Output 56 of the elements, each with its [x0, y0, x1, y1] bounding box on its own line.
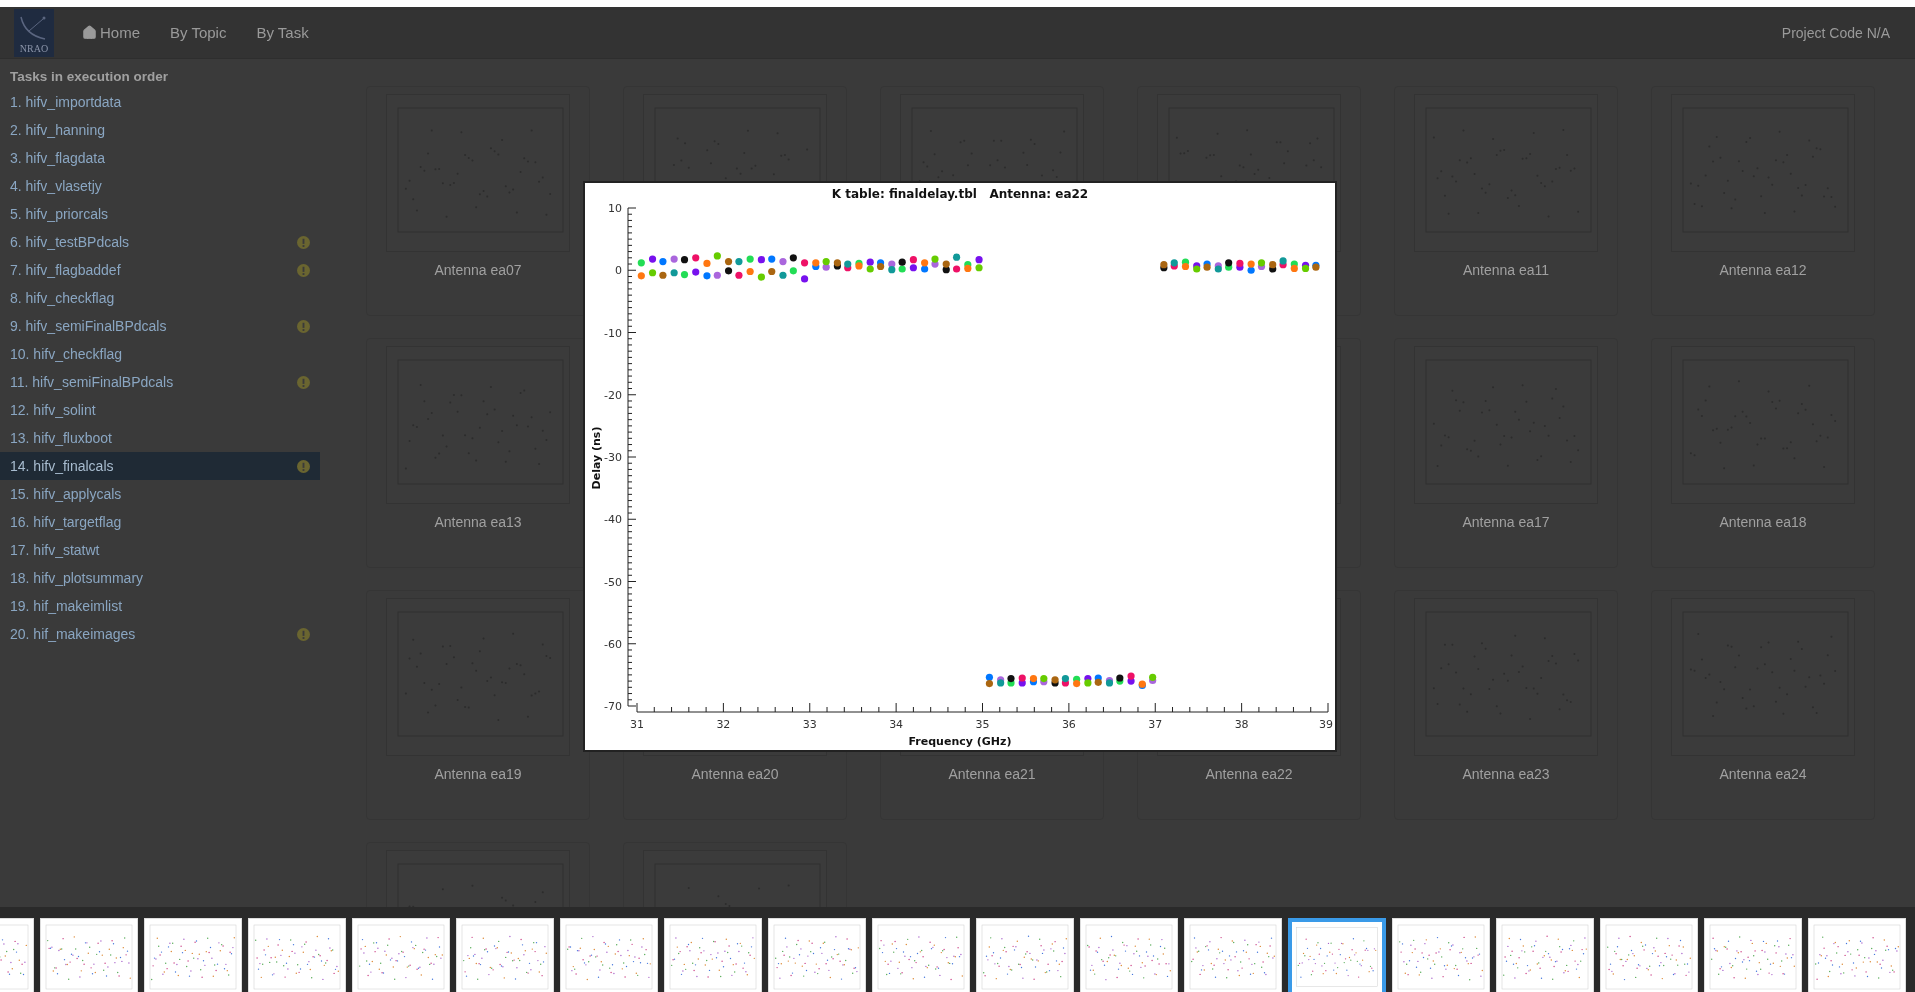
task-name: 16. hifv_targetflag [10, 514, 122, 530]
task-name: 18. hifv_plotsummary [10, 570, 144, 586]
task-name: 7. hifv_flagbaddef [10, 262, 121, 278]
x-tick-label: 38 [1234, 718, 1249, 731]
task-name: 10. hifv_checkflag [10, 346, 123, 362]
y-tick-label: 10 [608, 202, 622, 215]
project-code: Project Code N/A [1781, 24, 1890, 41]
task-name: 20. hif_makeimages [10, 626, 136, 642]
y-tick-label: -50 [604, 575, 622, 589]
task-name: 4. hifv_vlasetjy [10, 178, 102, 194]
y-tick-label: -30 [604, 451, 622, 464]
antenna-label: Antenna ea19 [434, 766, 522, 782]
antenna-label: Antenna ea17 [1462, 514, 1550, 530]
task-name: 2. hifv_hanning [10, 122, 105, 138]
y-tick-label: -70 [604, 700, 622, 713]
antenna-label: Antenna ea22 [1205, 766, 1293, 782]
antenna-label: Antenna ea12 [1719, 262, 1807, 278]
x-tick-label: 33 [802, 718, 817, 731]
task-name: 17. hifv_statwt [10, 542, 100, 558]
task-name: 9. hifv_semiFinalBPdcals [10, 318, 167, 334]
antenna-label: Antenna ea18 [1719, 514, 1807, 530]
x-tick-label: 36 [1061, 718, 1076, 731]
task-name: 15. hifv_applycals [10, 486, 122, 502]
antenna-label: Antenna ea07 [434, 262, 522, 278]
antenna-label: Antenna ea20 [691, 766, 779, 782]
antenna-label: Antenna ea23 [1462, 766, 1550, 782]
x-tick-label: 39 [1319, 718, 1333, 731]
chart-title: K table: finaldelay.tbl Antenna: ea22 [831, 187, 1089, 201]
antenna-label: Antenna ea24 [1719, 766, 1807, 782]
y-tick-label: -20 [604, 388, 622, 402]
y-tick-label: -10 [604, 326, 622, 340]
task-name: 13. hifv_fluxboot [10, 430, 112, 446]
logo-text: NRAO [19, 42, 49, 54]
task-name: 14. hifv_finalcals [10, 458, 114, 474]
y-tick-label: 0 [615, 264, 622, 278]
x-axis-label: Frequency (GHz) [908, 735, 1012, 748]
task-name: 12. hifv_solint [10, 402, 96, 418]
y-tick-label: -60 [604, 637, 622, 651]
task-name: 11. hifv_semiFinalBPdcals [10, 374, 174, 390]
task-name: 19. hif_makeimlist [10, 598, 123, 614]
task-name: 8. hifv_checkflag [10, 290, 115, 306]
y-tick-label: -40 [604, 513, 622, 527]
x-tick-label: 31 [630, 718, 644, 731]
x-tick-label: 37 [1148, 718, 1163, 731]
sidebar-heading: Tasks in execution order [9, 69, 170, 86]
y-axis-label: Delay (ns) [590, 426, 603, 490]
antenna-label: Antenna ea21 [948, 766, 1036, 782]
x-tick-label: 34 [889, 718, 904, 731]
x-tick-label: 32 [716, 718, 731, 731]
task-name: 6. hifv_testBPdcals [10, 234, 130, 250]
antenna-label: Antenna ea13 [434, 514, 522, 530]
task-name: 1. hifv_importdata [10, 94, 122, 110]
task-name: 5. hifv_priorcals [10, 206, 109, 222]
x-tick-label: 35 [975, 718, 990, 731]
task-name: 3. hifv_flagdata [10, 150, 105, 166]
antenna-label: Antenna ea11 [1462, 262, 1550, 278]
